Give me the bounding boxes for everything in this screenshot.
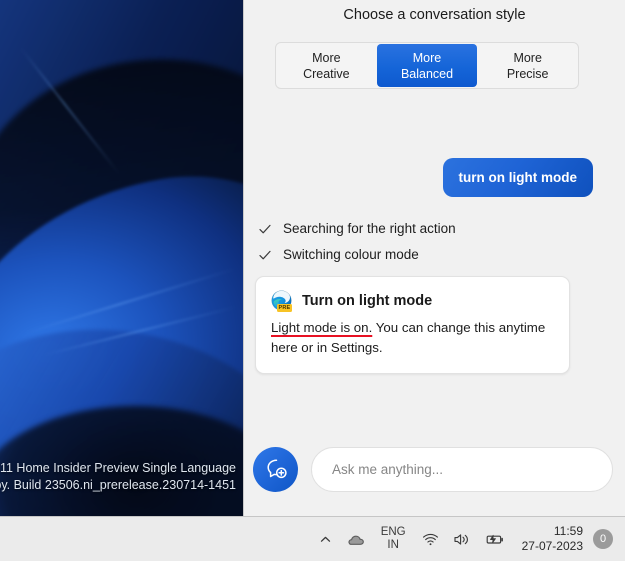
search-input[interactable] <box>330 460 594 478</box>
language-line-1: ENG <box>380 526 406 538</box>
system-tray: ENG IN 11:59 27-07-2023 0 <box>312 517 625 561</box>
language-indicator[interactable]: ENG IN <box>372 521 415 557</box>
ask-input-container[interactable] <box>311 446 613 492</box>
new-chat-bubble-icon[interactable] <box>253 446 298 492</box>
conversation-style-switch[interactable]: More Creative More Balanced More Precise <box>275 42 579 89</box>
style-option-line2: Precise <box>506 66 549 81</box>
windows-activation-watermark: ws 11 Home Insider Preview Single Langua… <box>0 460 236 494</box>
progress-step: Searching for the right action <box>258 218 608 240</box>
style-option-more-creative[interactable]: More Creative <box>276 43 377 88</box>
watermark-line-1: ws 11 Home Insider Preview Single Langua… <box>0 461 236 475</box>
style-option-line2: Creative <box>303 66 350 81</box>
answer-card-body: Light mode is on. You can change this an… <box>271 318 554 358</box>
language-line-2: IN <box>387 539 399 551</box>
clock-time: 11:59 <box>553 524 583 538</box>
style-option-line1: More <box>412 50 442 65</box>
check-icon <box>258 248 272 262</box>
windows-taskbar: ENG IN 11:59 27-07-2023 0 <box>0 516 625 561</box>
clock[interactable]: 11:59 27-07-2023 <box>512 521 591 557</box>
wifi-icon[interactable] <box>415 523 446 555</box>
answer-card-title: Turn on light mode <box>302 292 433 309</box>
style-option-line1: More <box>513 50 542 65</box>
progress-step-label: Searching for the right action <box>283 221 456 236</box>
assistant-answer-card: PRE Turn on light mode Light mode is on.… <box>255 276 570 374</box>
clock-date: 27-07-2023 <box>521 539 583 553</box>
chevron-up-icon[interactable] <box>312 523 339 555</box>
edge-preview-icon: PRE <box>271 290 292 312</box>
cloud-icon[interactable] <box>339 523 372 555</box>
answer-card-body-underlined: Light mode is on. <box>271 320 373 335</box>
preview-badge: PRE <box>277 303 292 312</box>
user-message-bubble: turn on light mode <box>442 158 593 197</box>
screen: ws 11 Home Insider Preview Single Langua… <box>0 0 625 561</box>
action-progress-steps: Searching for the right action Switching… <box>258 218 608 270</box>
conversation-style-heading: Choose a conversation style <box>343 7 526 23</box>
check-icon <box>258 222 272 236</box>
answer-card-header: PRE Turn on light mode <box>271 290 554 312</box>
desktop-wallpaper[interactable]: ws 11 Home Insider Preview Single Langua… <box>0 0 244 516</box>
bing-chat-sidebar: Choose a conversation style More Creativ… <box>244 0 625 516</box>
chat-composer <box>244 442 625 496</box>
style-option-line2: Balanced <box>400 66 454 81</box>
progress-step-label: Switching colour mode <box>283 247 419 262</box>
style-option-line1: More <box>312 50 341 65</box>
battery-charging-icon[interactable] <box>478 523 512 555</box>
style-option-more-balanced[interactable]: More Balanced <box>376 44 478 87</box>
watermark-line-2: copy. Build 23506.ni_prerelease.230714-1… <box>0 478 236 492</box>
style-option-more-precise[interactable]: More Precise <box>477 43 578 88</box>
notification-count-badge[interactable]: 0 <box>593 529 613 549</box>
progress-step: Switching colour mode <box>258 244 608 266</box>
speaker-icon[interactable] <box>446 523 478 555</box>
